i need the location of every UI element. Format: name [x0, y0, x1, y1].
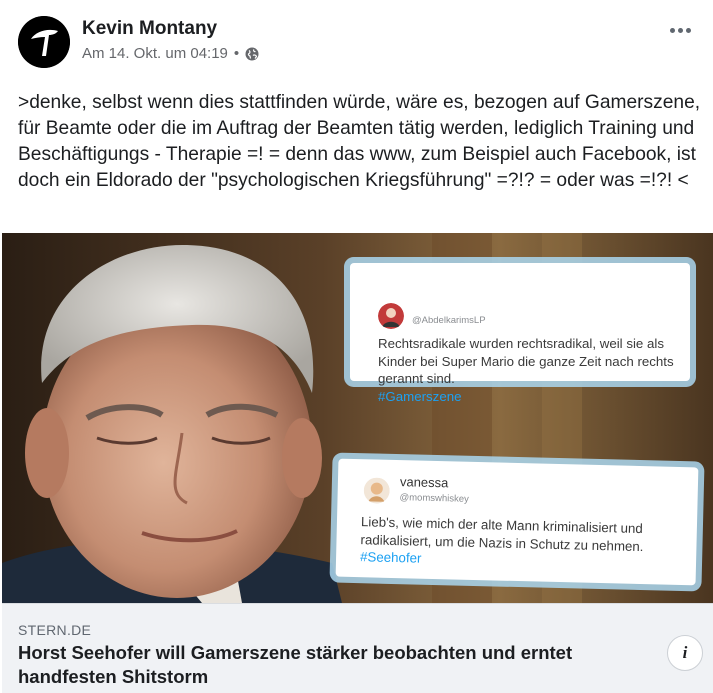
post-timestamp[interactable]: Am 14. Okt. um 04:19 — [82, 45, 228, 62]
tweet-body: Lieb's, wie mich der alte Mann kriminali… — [360, 514, 644, 554]
tweet-handle: @AbdelkarimsLP — [412, 315, 486, 326]
tweet-avatar — [363, 477, 390, 504]
author-avatar[interactable] — [18, 16, 70, 68]
avatar-logo-icon — [18, 16, 70, 68]
link-title[interactable]: Horst Seehofer will Gamerszene stärker b… — [18, 641, 638, 689]
tweet-author-name: vanessa — [399, 474, 449, 491]
tweet-avatar — [378, 303, 404, 329]
tweet-hashtag: #Seehofer — [359, 549, 422, 566]
tweet-text: Rechtsradikale wurden rechtsradikal, wei… — [378, 335, 683, 405]
link-preview-caption[interactable]: STERN.DE Horst Seehofer will Gamerszene … — [2, 603, 713, 693]
tweet-hashtag: #Gamerszene — [378, 388, 462, 404]
info-icon[interactable]: i — [667, 635, 703, 671]
tweet-handle: @momswhiskey — [399, 492, 469, 505]
tweet-card: @AbdelkarimsLP Rechtsradikale wurden rec… — [350, 263, 690, 404]
more-options-icon[interactable] — [667, 20, 693, 40]
link-preview-image[interactable]: @AbdelkarimsLP Rechtsradikale wurden rec… — [2, 233, 713, 603]
more-dot — [669, 27, 675, 33]
tweet-avatar-icon — [363, 477, 390, 504]
post-header: Kevin Montany Am 14. Okt. um 04:19 • — [18, 16, 695, 70]
tweet-text: Lieb's, wie mich der alte Mann kriminali… — [360, 513, 681, 573]
post-meta: Am 14. Okt. um 04:19 • — [82, 45, 259, 62]
globe-icon — [245, 47, 259, 60]
more-dot — [685, 27, 691, 33]
link-domain: STERN.DE — [18, 622, 92, 638]
tweet-card: vanessa @momswhiskey Lieb's, wie mich de… — [335, 458, 699, 586]
post-text: >denke, selbst wenn dies stattfinden wür… — [18, 92, 701, 191]
tweet-avatar-icon — [378, 303, 404, 329]
author-name[interactable]: Kevin Montany — [82, 18, 217, 40]
meta-separator: • — [233, 45, 240, 62]
more-dot — [677, 27, 683, 33]
facebook-post: Kevin Montany Am 14. Okt. um 04:19 • >de… — [0, 0, 713, 693]
tweet-body: Rechtsradikale wurden rechtsradikal, wei… — [378, 336, 674, 386]
